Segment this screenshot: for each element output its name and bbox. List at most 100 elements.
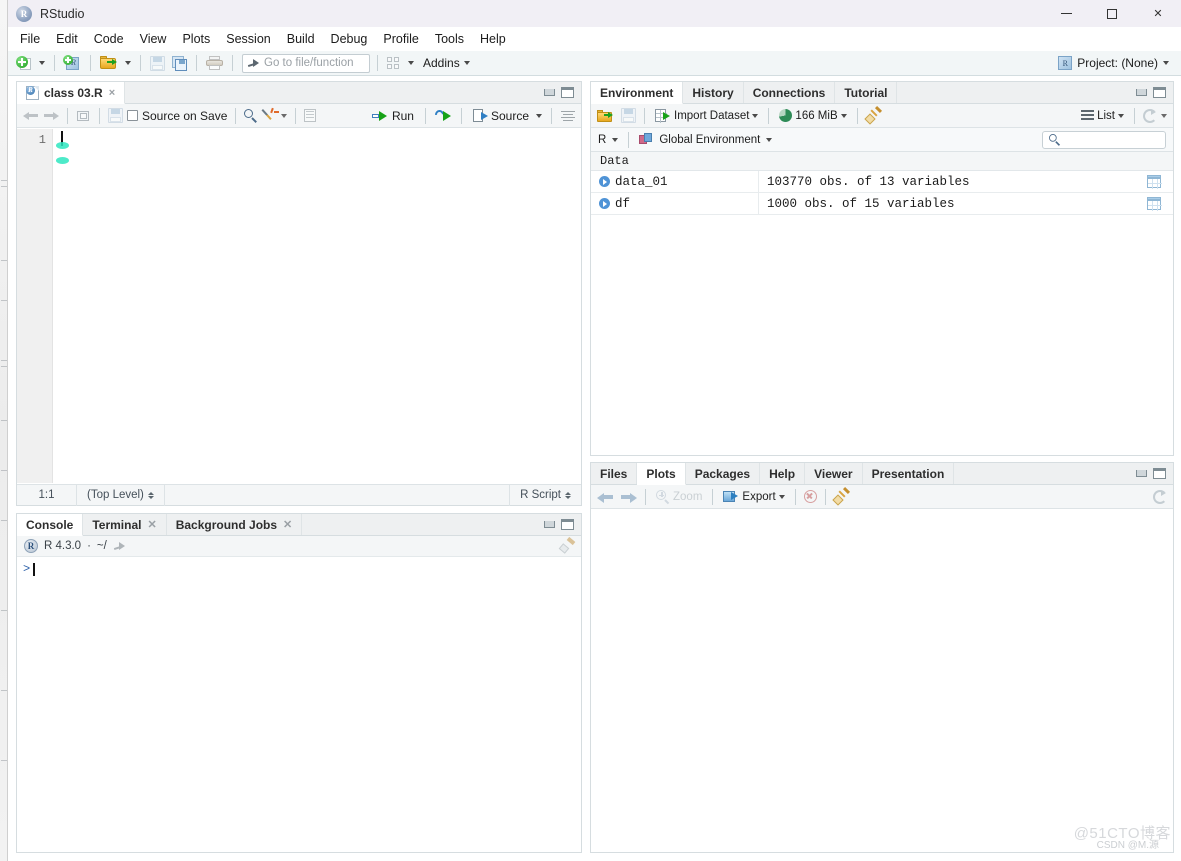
menu-code[interactable]: Code: [86, 29, 132, 49]
tab-console[interactable]: Console: [17, 514, 84, 536]
clear-console-icon[interactable]: [558, 536, 576, 554]
menu-build[interactable]: Build: [279, 29, 323, 49]
code-tools-icon[interactable]: [261, 107, 280, 123]
menu-file[interactable]: File: [12, 29, 48, 49]
code-tools-dropdown-icon[interactable]: [281, 113, 288, 118]
tab-files[interactable]: Files: [591, 463, 638, 484]
source-tab-close-icon[interactable]: ×: [109, 87, 115, 99]
environment-pane-minimize-icon[interactable]: [1136, 89, 1147, 96]
project-selector[interactable]: R Project: (None): [1058, 56, 1175, 70]
run-button[interactable]: Run: [370, 106, 416, 126]
open-working-directory-icon[interactable]: [113, 540, 125, 552]
show-in-new-window-icon[interactable]: [76, 109, 91, 123]
table-row[interactable]: data_01 103770 obs. of 13 variables: [591, 170, 1173, 193]
import-dataset-button[interactable]: Import Dataset: [653, 108, 760, 123]
tab-plots[interactable]: Plots: [637, 463, 686, 485]
memory-usage-button[interactable]: 166 MiB: [777, 108, 848, 123]
menu-tools[interactable]: Tools: [427, 29, 472, 49]
menu-edit[interactable]: Edit: [48, 29, 86, 49]
addins-button[interactable]: Addins: [419, 53, 472, 73]
expand-object-icon[interactable]: [599, 198, 610, 209]
load-workspace-icon[interactable]: [597, 109, 614, 123]
refresh-icon[interactable]: [1143, 108, 1157, 123]
find-icon[interactable]: [244, 108, 258, 123]
language-selector-label[interactable]: R: [598, 134, 606, 146]
new-file-button[interactable]: [14, 53, 34, 73]
menu-profile[interactable]: Profile: [375, 29, 426, 49]
environment-object-name-cell[interactable]: df: [591, 192, 759, 215]
scope-selector[interactable]: (Top Level): [77, 484, 165, 506]
view-data-button[interactable]: [1135, 175, 1173, 189]
plots-pane-maximize-icon[interactable]: [1153, 468, 1166, 479]
view-data-button[interactable]: [1135, 197, 1173, 211]
clear-objects-icon[interactable]: [863, 105, 882, 125]
tab-packages[interactable]: Packages: [686, 463, 761, 484]
re-run-icon[interactable]: [433, 108, 452, 122]
tab-connections[interactable]: Connections: [744, 82, 836, 103]
working-directory-label[interactable]: ~/: [97, 540, 107, 552]
new-project-button[interactable]: [62, 53, 83, 73]
source-pane-minimize-icon[interactable]: [544, 89, 555, 96]
source-forward-icon[interactable]: [43, 109, 59, 122]
tab-background-jobs-close-icon[interactable]: ✕: [283, 518, 292, 531]
save-button[interactable]: [148, 53, 167, 73]
clear-all-plots-icon[interactable]: [831, 486, 850, 506]
tab-tutorial[interactable]: Tutorial: [835, 82, 898, 103]
tab-presentation[interactable]: Presentation: [863, 463, 955, 484]
expand-object-icon[interactable]: [599, 176, 610, 187]
source-dropdown-icon[interactable]: [536, 113, 542, 118]
view-mode-button[interactable]: List: [1079, 109, 1126, 123]
maximize-button[interactable]: [1089, 0, 1135, 27]
editor-code-area[interactable]: [53, 129, 581, 483]
menu-view[interactable]: View: [132, 29, 175, 49]
goto-file-function-input[interactable]: Go to file/function: [242, 53, 370, 73]
menu-help[interactable]: Help: [472, 29, 514, 49]
tab-terminal[interactable]: Terminal ✕: [83, 514, 167, 535]
plots-refresh-icon[interactable]: [1153, 489, 1167, 504]
source-on-save-checkbox[interactable]: [127, 110, 138, 121]
show-outline-icon[interactable]: [561, 110, 575, 122]
menu-debug[interactable]: Debug: [323, 29, 376, 49]
source-button[interactable]: Source: [471, 106, 531, 126]
console-pane-minimize-icon[interactable]: [544, 521, 555, 528]
refresh-dropdown-icon[interactable]: [1161, 113, 1167, 118]
open-recent-dropdown[interactable]: [123, 53, 133, 73]
source-save-icon[interactable]: [108, 108, 123, 123]
save-all-button[interactable]: [170, 53, 189, 73]
console-pane-maximize-icon[interactable]: [561, 519, 574, 530]
tab-terminal-close-icon[interactable]: ✕: [147, 518, 156, 531]
tab-viewer[interactable]: Viewer: [805, 463, 863, 484]
source-pane-maximize-icon[interactable]: [561, 87, 574, 98]
pane-layout-dropdown[interactable]: [406, 53, 416, 73]
save-workspace-icon[interactable]: [621, 108, 636, 123]
document-outline-icon[interactable]: [304, 109, 317, 122]
tab-help[interactable]: Help: [760, 463, 806, 484]
console-output-area[interactable]: >: [17, 558, 581, 852]
source-tab-class-03[interactable]: R class 03.R ×: [17, 82, 126, 104]
editor-body[interactable]: 1: [17, 129, 581, 483]
plots-pane-minimize-icon[interactable]: [1136, 470, 1147, 477]
tab-environment[interactable]: Environment: [591, 82, 684, 104]
file-type-selector[interactable]: R Script: [509, 484, 581, 506]
remove-plot-icon[interactable]: [803, 490, 817, 503]
environment-object-name-cell[interactable]: data_01: [591, 170, 759, 193]
environment-search-input[interactable]: [1042, 130, 1166, 149]
tab-background-jobs[interactable]: Background Jobs ✕: [167, 514, 303, 535]
minimize-button[interactable]: [1043, 0, 1089, 27]
environment-selector-label[interactable]: Global Environment: [659, 134, 760, 146]
new-file-dropdown[interactable]: [37, 53, 47, 73]
close-button[interactable]: ✕: [1135, 0, 1181, 27]
tab-history[interactable]: History: [683, 82, 744, 103]
pane-layout-button[interactable]: [385, 53, 403, 73]
export-plot-button[interactable]: Export: [721, 489, 786, 504]
menu-plots[interactable]: Plots: [174, 29, 218, 49]
next-plot-icon[interactable]: [621, 491, 637, 503]
menu-session[interactable]: Session: [218, 29, 278, 49]
previous-plot-icon[interactable]: [597, 491, 613, 503]
table-row[interactable]: df 1000 obs. of 15 variables: [591, 192, 1173, 215]
zoom-plot-button[interactable]: Zoom: [654, 489, 704, 505]
open-file-button[interactable]: [98, 53, 120, 73]
print-button[interactable]: [204, 53, 225, 73]
source-back-icon[interactable]: [23, 109, 39, 122]
environment-pane-maximize-icon[interactable]: [1153, 87, 1166, 98]
